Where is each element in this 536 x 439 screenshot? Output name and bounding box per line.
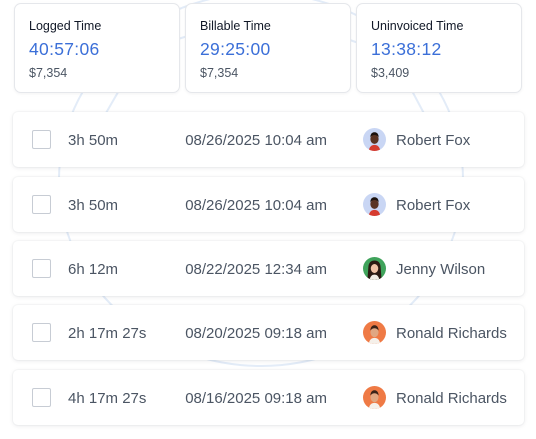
billable-time-amount: $7,354 [200, 66, 239, 80]
entry-duration: 3h 50m [68, 197, 119, 214]
ronald-richards-avatar-icon [363, 386, 386, 409]
user-avatar [363, 386, 386, 409]
uninvoiced-time-amount: $3,409 [371, 66, 410, 80]
entry-datetime: 08/26/2025 10:04 am [185, 197, 327, 214]
jenny-wilson-avatar-icon [363, 257, 386, 280]
billable-time-card: Billable Time 29:25:00 $7,354 [185, 3, 351, 93]
entry-user-name: Ronald Richards [396, 325, 507, 342]
time-entry-row[interactable]: 6h 12m 08/22/2025 12:34 am Jenny Wilson [13, 241, 524, 296]
entry-datetime: 08/26/2025 10:04 am [185, 132, 327, 149]
time-entry-row[interactable]: 2h 17m 27s 08/20/2025 09:18 am Ronald Ri… [13, 305, 524, 360]
select-checkbox[interactable] [32, 388, 51, 407]
robert-fox-avatar-icon [363, 128, 386, 151]
entry-user-name: Robert Fox [396, 132, 471, 149]
entry-user-name: Robert Fox [396, 197, 471, 214]
billable-time-value: 29:25:00 [200, 39, 271, 59]
time-entry-row[interactable]: 3h 50m 08/26/2025 10:04 am Robert Fox [13, 177, 524, 232]
user-avatar [363, 321, 386, 344]
select-checkbox[interactable] [32, 130, 51, 149]
user-avatar [363, 128, 386, 151]
uninvoiced-time-label: Uninvoiced Time [371, 19, 464, 33]
entry-datetime: 08/22/2025 12:34 am [185, 261, 327, 278]
select-checkbox[interactable] [32, 259, 51, 278]
entry-user-name: Jenny Wilson [396, 261, 486, 278]
logged-time-label: Logged Time [29, 19, 102, 33]
time-entry-row[interactable]: 4h 17m 27s 08/16/2025 09:18 am Ronald Ri… [13, 370, 524, 425]
uninvoiced-time-card: Uninvoiced Time 13:38:12 $3,409 [356, 3, 522, 93]
logged-time-value: 40:57:06 [29, 39, 100, 59]
entry-duration: 6h 12m [68, 261, 119, 278]
ronald-richards-avatar-icon [363, 321, 386, 344]
entry-duration: 3h 50m [68, 132, 119, 149]
select-checkbox[interactable] [32, 323, 51, 342]
uninvoiced-time-value: 13:38:12 [371, 39, 442, 59]
logged-time-amount: $7,354 [29, 66, 68, 80]
entry-datetime: 08/20/2025 09:18 am [185, 325, 327, 342]
entry-user-name: Ronald Richards [396, 390, 507, 407]
entry-duration: 2h 17m 27s [68, 325, 147, 342]
entry-duration: 4h 17m 27s [68, 390, 147, 407]
entry-datetime: 08/16/2025 09:18 am [185, 390, 327, 407]
time-entry-row[interactable]: 3h 50m 08/26/2025 10:04 am Robert Fox [13, 112, 524, 167]
user-avatar [363, 257, 386, 280]
user-avatar [363, 193, 386, 216]
select-checkbox[interactable] [32, 195, 51, 214]
logged-time-card: Logged Time 40:57:06 $7,354 [14, 3, 180, 93]
billable-time-label: Billable Time [200, 19, 271, 33]
robert-fox-avatar-icon [363, 193, 386, 216]
